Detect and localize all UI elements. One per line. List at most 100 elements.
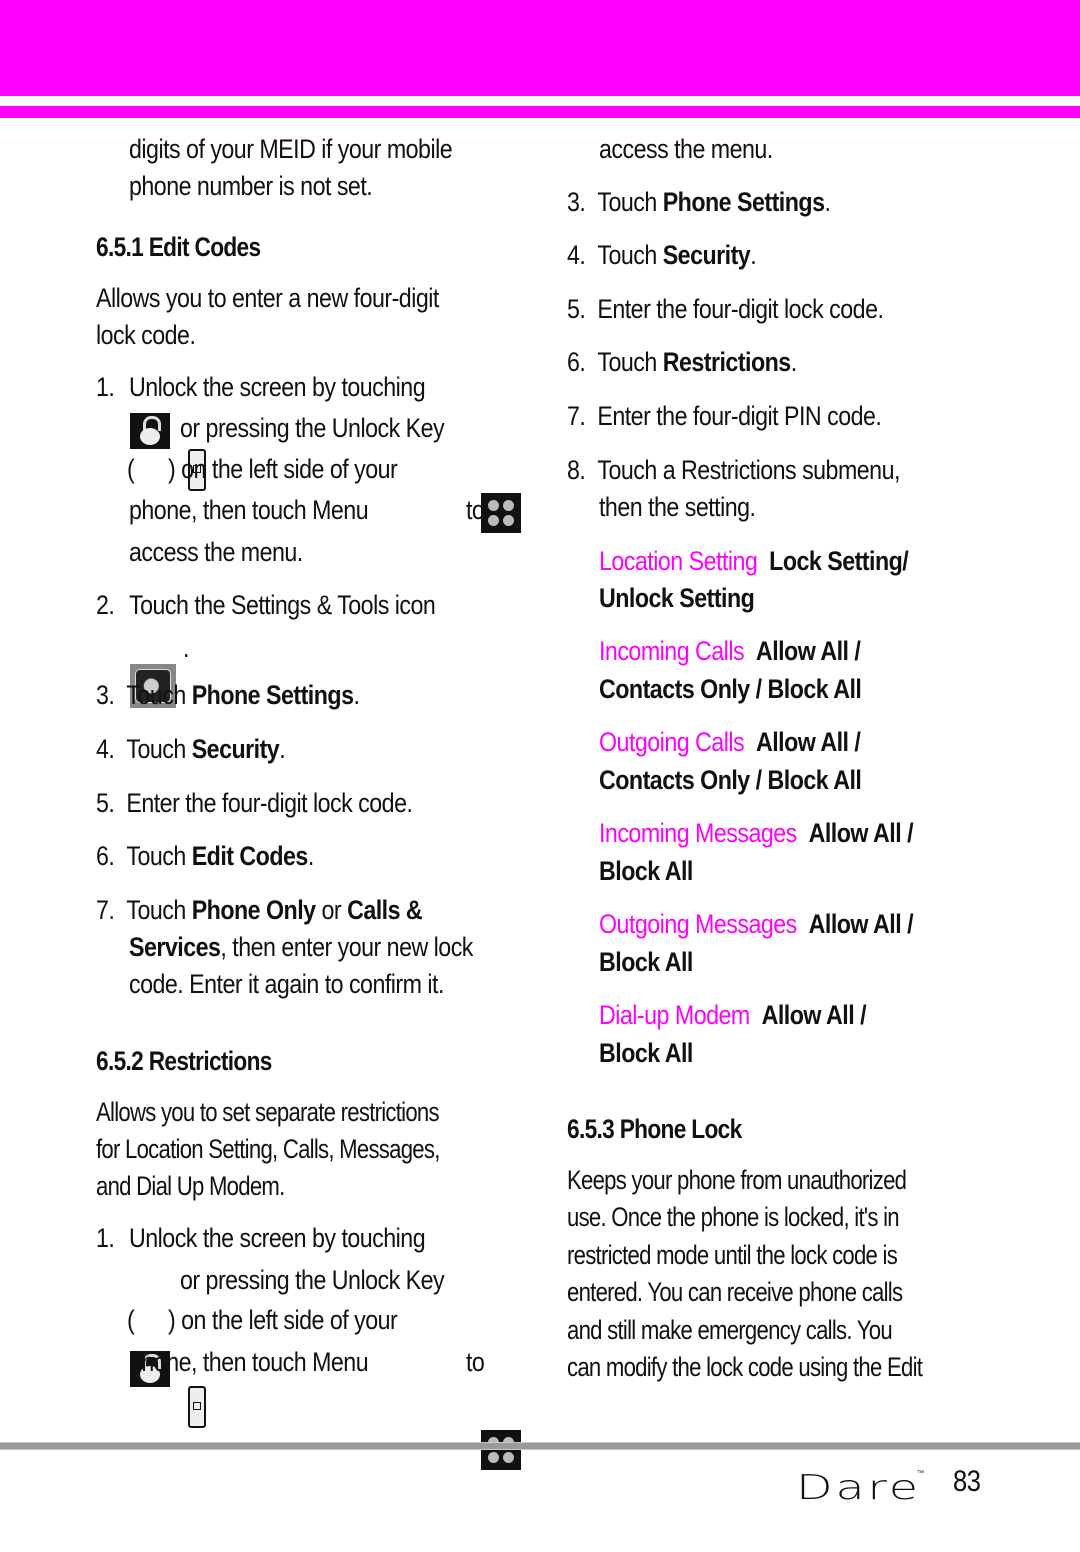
section-desc: Allows you to enter a new four-digit [96, 283, 439, 313]
intro-line: phone number is not set. [129, 171, 373, 201]
step-text: . [279, 734, 286, 764]
step-text: Touch [126, 841, 192, 871]
menu-item-restrictions: Restrictions [662, 347, 792, 377]
step-2: 2. Touch the Settings & Tools icon . [96, 42, 526, 708]
option-values: Allow All / [755, 636, 861, 666]
unlock-key-icon [188, 1386, 207, 1428]
option-line: Incoming Calls Allow All / [599, 633, 861, 670]
step-text: Touch [126, 895, 192, 925]
step-number: 8. [567, 455, 586, 485]
option-name: Incoming Calls [599, 636, 745, 666]
menu-item-security: Security [191, 734, 280, 764]
step-text: Touch [597, 347, 663, 377]
step-text: access the menu. [599, 134, 773, 164]
step-text: phone, then touch Menu [129, 495, 369, 525]
step-number: 5. [96, 788, 115, 818]
option-values: Allow All / [808, 818, 914, 848]
step-text: Unlock the screen by touching [129, 1223, 426, 1253]
step-number: 4. [567, 240, 586, 270]
step-number: 3. [567, 187, 586, 217]
unlock-screen-icon [130, 413, 170, 449]
step-text: . [183, 633, 189, 663]
section-desc: and still make emergency calls. You [567, 1315, 893, 1345]
step-number: 6. [96, 841, 115, 871]
step-text: or [315, 895, 348, 925]
step-text: access the menu. [129, 537, 303, 567]
step-text: . [750, 240, 757, 270]
option-name: Outgoing Calls [599, 727, 745, 757]
step-text: . [307, 841, 314, 871]
step-text: then the setting. [599, 492, 756, 522]
menu-item-phone-settings: Phone Settings [191, 680, 354, 710]
step-number: 1. [96, 1223, 115, 1253]
option-values: Block All [599, 1038, 693, 1068]
step-text: . [353, 680, 360, 710]
option-values: Allow All / [761, 1000, 867, 1030]
option-calls-services: Calls & [347, 895, 423, 925]
option-values: Allow All / [755, 727, 861, 757]
step-text: Touch [597, 240, 663, 270]
step-number: 2. [96, 590, 115, 620]
option-line: Incoming Messages Allow All / [599, 815, 914, 852]
paren: ( [127, 1305, 135, 1335]
step-text: Touch [126, 680, 192, 710]
step-6: 6. Touch Edit Codes. [96, 838, 314, 875]
step-5: 5. Enter the four-digit lock code. [96, 785, 413, 822]
step-5: 5. Enter the four-digit lock code. [567, 291, 884, 328]
step-text: to [466, 495, 485, 525]
section-desc: Allows you to set separate restrictions [96, 1097, 440, 1127]
section-desc: can modify the lock code using the Edit [567, 1352, 923, 1382]
step-1: 1. Unlock the screen by touching or pres… [96, 0, 526, 567]
step-7: 7. Enter the four-digit PIN code. [567, 398, 882, 435]
step-line: 7. Touch Phone Only or Calls & [96, 892, 423, 929]
option-values: Block All [599, 947, 693, 977]
step-text: Touch [597, 187, 663, 217]
option-phone-only: Phone Only [191, 895, 316, 925]
section-desc: restricted mode until the lock code is [567, 1240, 898, 1270]
option-name: Location Setting [599, 546, 758, 576]
step-4: 4. Touch Security. [96, 731, 286, 768]
step-number: 7. [567, 401, 586, 431]
option-values: Contacts Only / Block All [599, 765, 862, 795]
step-line: 8. Touch a Restrictions submenu, [567, 452, 900, 489]
step-number: 1. [96, 372, 115, 402]
step-text: Touch [126, 734, 192, 764]
step-text: Enter the four-digit PIN code. [597, 401, 882, 431]
section-desc: entered. You can receive phone calls [567, 1277, 903, 1307]
step-text: to [466, 1347, 485, 1377]
step-text: , then enter your new lock [220, 932, 473, 962]
brand-logo: Dare [796, 1468, 921, 1508]
section-desc: for Location Setting, Calls, Messages, [96, 1134, 440, 1164]
step-number: 3. [96, 680, 115, 710]
step-text: . [824, 187, 831, 217]
option-name: Incoming Messages [599, 818, 797, 848]
step-3: 3. Touch Phone Settings. [567, 184, 831, 221]
left-column: digits of your MEID if your mobile phone… [96, 0, 526, 1470]
step-6: 6. Touch Restrictions. [567, 344, 797, 381]
section-desc: Keeps your phone from unauthorized [567, 1165, 907, 1195]
section-heading-edit-codes: 6.5.1 Edit Codes [96, 232, 261, 262]
step-number: 7. [96, 895, 115, 925]
step-text: or pressing the Unlock Key [180, 1265, 445, 1295]
option-values: Unlock Setting [599, 583, 755, 613]
menu-item-edit-codes: Edit Codes [191, 841, 309, 871]
step-text: code. Enter it again to confirm it. [129, 969, 444, 999]
section-desc: use. Once the phone is locked, it's in [567, 1202, 900, 1232]
footer-rule [0, 1442, 1080, 1450]
step-text: . [790, 347, 797, 377]
option-line: Location Setting Lock Setting/ [599, 543, 909, 580]
step-text: Touch the Settings & Tools icon [129, 590, 436, 620]
section-heading-phone-lock: 6.5.3 Phone Lock [567, 1114, 742, 1144]
section-desc: and Dial Up Modem. [96, 1171, 285, 1201]
option-values: Contacts Only / Block All [599, 674, 862, 704]
option-name: Outgoing Messages [599, 909, 797, 939]
step-text: ) on the left side of your [168, 1305, 398, 1335]
step-text: ) on the left side of your [168, 454, 398, 484]
step-text: Touch a Restrictions submenu, [597, 455, 900, 485]
menu-item-phone-settings: Phone Settings [662, 187, 825, 217]
option-values: Block All [599, 856, 693, 886]
section-heading-restrictions: 6.5.2 Restrictions [96, 1046, 272, 1076]
step-text: phone, then touch Menu [129, 1347, 369, 1377]
step-3: 3. Touch Phone Settings. [96, 677, 360, 714]
step-4: 4. Touch Security. [567, 237, 757, 274]
